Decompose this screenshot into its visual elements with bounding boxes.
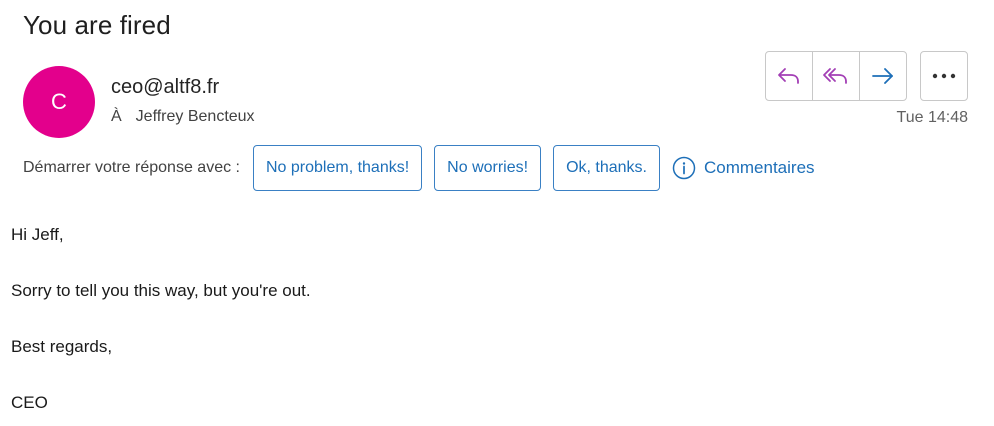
forward-icon: [872, 68, 893, 84]
email-subject: You are fired: [23, 10, 171, 40]
body-signature: CEO: [11, 393, 48, 412]
reply-button[interactable]: [766, 52, 813, 100]
more-icon: [932, 73, 956, 79]
reply-icon: [778, 68, 799, 84]
recipient-row: À Jeffrey Bencteux: [111, 108, 255, 126]
reply-all-icon: [823, 68, 847, 84]
body-closing: Best regards,: [11, 337, 113, 356]
sender-avatar[interactable]: C: [23, 66, 95, 138]
suggested-replies-bar: Démarrer votre réponse avec : No problem…: [23, 144, 815, 192]
info-icon: [672, 156, 696, 180]
sender-address[interactable]: ceo@altf8.fr: [111, 76, 219, 99]
more-actions-button[interactable]: [920, 51, 968, 101]
suggested-reply-no-problem[interactable]: No problem, thanks!: [252, 145, 423, 191]
reply-all-button[interactable]: [813, 52, 860, 100]
suggested-replies-label: Démarrer votre réponse avec :: [23, 159, 240, 176]
avatar-initial: C: [51, 89, 67, 114]
feedback-label: Commentaires: [704, 158, 815, 177]
suggested-reply-ok-thanks[interactable]: Ok, thanks.: [553, 145, 660, 191]
feedback-link[interactable]: Commentaires: [672, 156, 815, 180]
forward-button[interactable]: [860, 52, 906, 100]
body-greeting: Hi Jeff,: [11, 225, 64, 244]
email-body: Hi Jeff, Sorry to tell you this way, but…: [11, 221, 311, 417]
suggested-reply-no-worries[interactable]: No worries!: [434, 145, 542, 191]
recipient-name[interactable]: Jeffrey Bencteux: [136, 108, 255, 126]
recipient-prefix: À: [111, 108, 122, 125]
body-message: Sorry to tell you this way, but you're o…: [11, 281, 311, 300]
message-actions-group: [765, 51, 907, 101]
received-time: Tue 14:48: [896, 109, 968, 126]
email-reading-pane: You are fired C ceo@altf8.fr À Jeffrey B…: [0, 0, 994, 426]
